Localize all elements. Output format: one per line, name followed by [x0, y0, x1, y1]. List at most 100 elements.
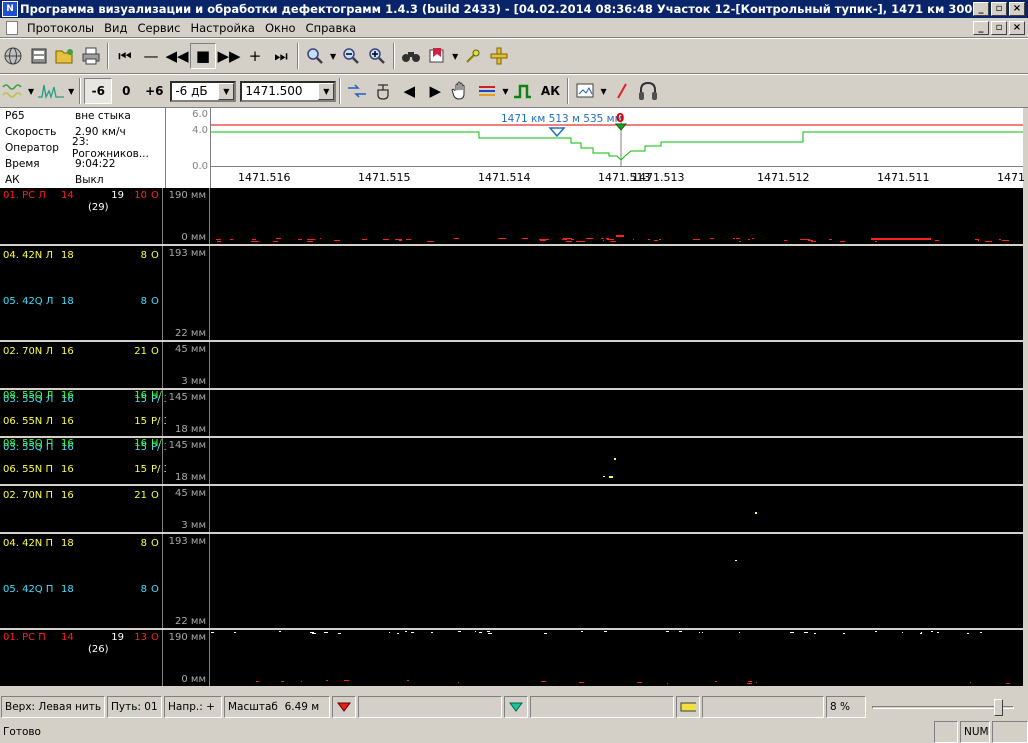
child-minimize-button[interactable]: _: [973, 20, 989, 35]
chevron-down-icon[interactable]: ▼: [318, 82, 335, 100]
echo-mark: [389, 632, 390, 633]
channel-label[interactable]: 01. РС Л 14 19 10 О (29): [0, 188, 163, 244]
channel-value: 19: [111, 632, 124, 643]
chevron-down-icon[interactable]: ▼: [218, 82, 235, 100]
fast-forward-icon[interactable]: ▶▶: [216, 43, 242, 69]
signal-dropdown-icon[interactable]: ▼: [28, 87, 34, 96]
echo-mark: [251, 241, 259, 242]
channel-signal-area[interactable]: [211, 246, 1023, 340]
zoom-icon[interactable]: [302, 43, 328, 69]
channel-value: [101, 584, 124, 595]
zoom-dropdown-icon[interactable]: ▼: [330, 52, 336, 61]
next-arrow-icon[interactable]: ▶: [422, 78, 448, 104]
open-folder-icon[interactable]: [52, 43, 78, 69]
channel-label[interactable]: 03. 55Q П1615Р/ 3406. 55N П1615Р/ 3408. …: [0, 438, 171, 484]
gain-zero-button[interactable]: 0: [112, 78, 140, 104]
channel-signal-area[interactable]: [211, 188, 1023, 244]
pen-icon[interactable]: [609, 78, 635, 104]
zoom-slider[interactable]: [868, 696, 1018, 718]
channel-label[interactable]: 04. 42N П 18 8 О 05. 42Q П 18 8 О: [0, 534, 163, 628]
channel-axis: 45 мм 3 мм: [166, 342, 210, 388]
rewind-icon[interactable]: ◀◀: [164, 43, 190, 69]
globe-icon[interactable]: [0, 43, 26, 69]
step-signal-icon[interactable]: [510, 78, 536, 104]
green-marker-icon[interactable]: [504, 696, 528, 718]
channel-gain: 18: [61, 296, 74, 307]
prev-arrow-icon[interactable]: ◀: [396, 78, 422, 104]
waveform-icon[interactable]: [36, 78, 66, 104]
ruler-icon[interactable]: [676, 696, 700, 718]
channel-row: 04. 42N П 18 8 О: [3, 538, 171, 549]
channel-label[interactable]: 01. РС П 14 19 13 О (26): [0, 630, 163, 686]
echo-mark: [715, 681, 717, 682]
minus-icon[interactable]: —: [138, 43, 164, 69]
echo-mark: [811, 241, 816, 242]
status-scroll: [992, 721, 1028, 743]
echo-mark: [756, 682, 757, 683]
binoculars-icon[interactable]: [398, 43, 424, 69]
menu-protocols[interactable]: Протоколы: [22, 21, 99, 35]
probe-icon[interactable]: [370, 78, 396, 104]
channel-label[interactable]: 02. 70N П1621О07. 70Q П1621О: [0, 486, 163, 547]
echo-mark: [543, 239, 549, 240]
hand-icon[interactable]: [448, 78, 474, 104]
plus-icon[interactable]: +: [242, 43, 268, 69]
signal-mode-icon[interactable]: [0, 78, 26, 104]
channel-signal-area[interactable]: [211, 342, 1023, 388]
channel-label[interactable]: 02. 70N Л1621О07. 70Q Л1621О: [0, 342, 163, 403]
channel-axis: 190 мм 0 мм: [166, 188, 210, 244]
zoom-slider-thumb[interactable]: [994, 699, 1003, 716]
echo-mark: [679, 631, 682, 632]
last-frame-icon[interactable]: ⏭: [268, 43, 294, 69]
database-icon[interactable]: [26, 43, 52, 69]
channel-signal-area[interactable]: [211, 438, 1023, 484]
zoom-in-icon[interactable]: [364, 43, 390, 69]
channel-signal-area[interactable]: [211, 486, 1023, 532]
channel-label[interactable]: 03. 55Q Л1615Р/ 3406. 55N Л1615Р/ 3408. …: [0, 390, 171, 436]
child-maximize-button[interactable]: ▫: [991, 20, 1007, 35]
bookmark-dropdown-icon[interactable]: ▼: [452, 52, 458, 61]
child-close-button[interactable]: ×: [1009, 20, 1025, 35]
gain-minus-button[interactable]: -6: [84, 78, 113, 104]
menu-view[interactable]: Вид: [99, 21, 132, 35]
bookmark-icon[interactable]: [424, 43, 450, 69]
channel-strip: 03. 55Q Л1615Р/ 3406. 55N Л1615Р/ 3408. …: [0, 390, 1028, 438]
echo-mark: [921, 632, 922, 633]
channel-signal-area[interactable]: [211, 390, 1023, 436]
first-frame-icon[interactable]: ⏮: [112, 43, 138, 69]
red-marker-icon[interactable]: [332, 696, 356, 718]
document-icon[interactable]: [6, 20, 18, 35]
menu-window[interactable]: Окно: [260, 21, 301, 35]
zoom-out-icon[interactable]: [338, 43, 364, 69]
channel-axis-bottom: 3 мм: [181, 520, 206, 531]
maximize-button[interactable]: ▫: [991, 2, 1007, 16]
headphones-icon[interactable]: [635, 78, 661, 104]
gain-plus-button[interactable]: +6: [140, 78, 168, 104]
screenshot-dropdown-icon[interactable]: ▼: [600, 87, 606, 96]
ak-button[interactable]: АК: [536, 78, 564, 104]
screenshot-icon[interactable]: [572, 78, 598, 104]
channel-signal-area[interactable]: [211, 534, 1023, 628]
vertical-scrollbar[interactable]: [1023, 188, 1028, 692]
echo-mark: [395, 239, 402, 240]
ruler-cross-icon[interactable]: [486, 43, 512, 69]
goto-coordinate-icon[interactable]: [344, 78, 370, 104]
channel-signal-area[interactable]: [211, 630, 1023, 686]
coordinate-select[interactable]: 1471.500 ▼: [240, 80, 337, 102]
stop-icon[interactable]: ■: [190, 43, 216, 69]
menu-settings[interactable]: Настройка: [185, 21, 260, 35]
menu-help[interactable]: Справка: [301, 21, 362, 35]
close-button[interactable]: ×: [1009, 2, 1025, 16]
channel-axis-bottom: 0 мм: [181, 674, 206, 685]
waveform-dropdown-icon[interactable]: ▼: [68, 87, 74, 96]
print-icon[interactable]: [78, 43, 104, 69]
km-tick: 1471.511: [877, 171, 930, 184]
db-select[interactable]: -6 дБ ▼: [170, 80, 237, 102]
color-lines-icon[interactable]: [474, 78, 500, 104]
echo-mark: [931, 631, 933, 632]
minimize-button[interactable]: _: [973, 2, 989, 16]
color-dropdown-icon[interactable]: ▼: [502, 87, 508, 96]
pin-icon[interactable]: [460, 43, 486, 69]
menu-service[interactable]: Сервис: [132, 21, 185, 35]
channel-label[interactable]: 04. 42N Л 18 8 О 05. 42Q Л 18 8 О: [0, 246, 163, 340]
